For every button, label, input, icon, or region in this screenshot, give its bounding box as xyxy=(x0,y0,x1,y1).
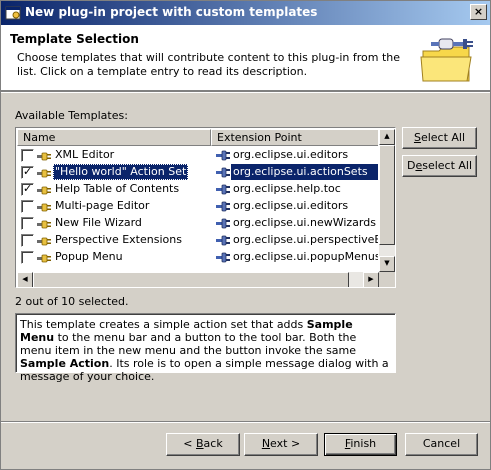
extension-point-icon xyxy=(216,218,230,229)
plug-icon xyxy=(37,151,51,161)
template-checkbox[interactable]: ✓ xyxy=(21,182,34,196)
wizard-dialog: New plug-in project with custom template… xyxy=(0,0,491,470)
finish-button[interactable]: Finish xyxy=(324,433,397,456)
template-name: Help Table of Contents xyxy=(55,182,180,195)
plug-icon xyxy=(37,185,51,195)
template-name: Perspective Extensions xyxy=(55,233,182,246)
title-bar[interactable]: New plug-in project with custom template… xyxy=(1,1,490,25)
template-checkbox[interactable] xyxy=(21,149,34,162)
deselect-all-button[interactable]: Deselect All xyxy=(402,155,477,177)
templates-table[interactable]: Name Extension Point XML Editor org.eclip… xyxy=(15,127,396,288)
page-title: Template Selection xyxy=(10,32,139,46)
plug-icon xyxy=(37,236,51,246)
table-row[interactable]: ✓ "Hello world" Action Set org.eclipse.ui.… xyxy=(17,164,378,181)
desc-part-2: to the menu bar and a button to the tool… xyxy=(20,331,357,357)
extension-point-icon xyxy=(216,201,230,212)
table-viewport: Name Extension Point XML Editor org.eclip… xyxy=(17,129,378,272)
desc-sample-action: Sample Action xyxy=(20,357,110,370)
vertical-scroll-thumb[interactable] xyxy=(379,145,395,245)
extension-point-name: org.eclipse.help.toc xyxy=(233,182,341,195)
template-checkbox[interactable] xyxy=(21,251,34,264)
next-label: ext > xyxy=(270,437,301,450)
back-mnemonic: B xyxy=(196,437,204,450)
extension-point-icon xyxy=(216,150,230,161)
extension-point-name: org.eclipse.ui.perspectiveExte xyxy=(233,233,378,246)
vertical-scrollbar[interactable]: ▲ ▼ xyxy=(379,129,395,272)
template-checkbox[interactable] xyxy=(21,200,34,213)
back-button[interactable]: < Back xyxy=(166,433,240,456)
plug-icon xyxy=(37,202,51,212)
template-name: New File Wizard xyxy=(55,216,142,229)
table-row[interactable]: Perspective Extensions org.eclipse.ui.per… xyxy=(17,232,378,249)
window-title: New plug-in project with custom template… xyxy=(25,5,318,19)
template-description: This template creates a simple action se… xyxy=(20,318,390,383)
template-name: Multi-page Editor xyxy=(55,199,150,212)
horizontal-scroll-thumb[interactable] xyxy=(33,272,349,287)
scrollbar-corner xyxy=(379,272,395,287)
next-mnemonic: N xyxy=(261,437,271,450)
extension-point-name: org.eclipse.ui.editors xyxy=(233,148,349,161)
plug-in-folder-icon xyxy=(420,38,473,82)
scroll-up-button[interactable]: ▲ xyxy=(379,129,395,145)
plug-icon xyxy=(37,219,51,229)
back-label-pre: < xyxy=(183,437,196,450)
table-row[interactable]: Multi-page Editor org.eclipse.ui.editors xyxy=(17,198,378,215)
plug-icon xyxy=(37,253,51,263)
template-checkbox[interactable] xyxy=(21,217,34,230)
footer-separator xyxy=(1,421,490,423)
template-name: "Hello world" Action Set xyxy=(53,164,189,180)
checkmark-icon: ✓ xyxy=(23,182,33,195)
extension-point-icon xyxy=(216,252,230,263)
extension-point-name: org.eclipse.ui.actionSets xyxy=(231,164,378,180)
template-name: Popup Menu xyxy=(55,250,123,263)
header-separator xyxy=(1,91,490,93)
available-templates-label: Available Templates: xyxy=(15,109,128,122)
extension-point-icon xyxy=(216,235,230,246)
scroll-down-button[interactable]: ▼ xyxy=(379,256,395,272)
table-row[interactable]: New File Wizard org.eclipse.ui.newWizards xyxy=(17,215,378,232)
template-checkbox[interactable]: ✓ xyxy=(21,165,34,179)
template-checkbox[interactable] xyxy=(21,234,34,247)
back-label: ack xyxy=(203,437,223,450)
extension-point-name: org.eclipse.ui.popupMenus xyxy=(233,250,378,263)
template-name: XML Editor xyxy=(55,148,115,161)
table-header: Name Extension Point xyxy=(17,129,378,146)
extension-point-icon xyxy=(216,167,230,178)
desc-part-1: This template creates a simple action se… xyxy=(20,318,307,331)
finish-label: inish xyxy=(350,437,377,450)
next-button[interactable]: Next > xyxy=(244,433,318,456)
cancel-label: Cancel xyxy=(422,437,461,450)
page-description: Choose templates that will contribute co… xyxy=(17,51,401,78)
extension-point-name: org.eclipse.ui.newWizards xyxy=(233,216,376,229)
table-row[interactable]: Popup Menu org.eclipse.ui.popupMenus xyxy=(17,249,378,266)
cancel-button[interactable]: Cancel xyxy=(405,433,478,456)
select-all-label: elect All xyxy=(420,131,466,144)
horizontal-scrollbar[interactable]: ◀ ▶ xyxy=(17,272,379,287)
wizard-header: Template Selection Choose templates that… xyxy=(1,25,490,91)
scroll-left-button[interactable]: ◀ xyxy=(17,272,33,287)
deselect-all-label: select All xyxy=(422,159,473,172)
select-all-mnemonic: S xyxy=(413,131,421,144)
plug-icon xyxy=(37,168,51,178)
selection-count: 2 out of 10 selected. xyxy=(15,295,129,308)
template-description-box: This template creates a simple action se… xyxy=(15,313,396,383)
table-row[interactable]: XML Editor org.eclipse.ui.editors xyxy=(17,147,378,164)
eclipse-icon xyxy=(5,6,21,20)
close-button[interactable]: × xyxy=(470,4,487,20)
column-header-extension-point[interactable]: Extension Point xyxy=(211,129,378,146)
extension-point-icon xyxy=(216,184,230,195)
select-all-button[interactable]: Select All xyxy=(402,127,477,149)
checkmark-icon: ✓ xyxy=(23,165,33,178)
column-header-name[interactable]: Name xyxy=(17,129,211,146)
scroll-right-button[interactable]: ▶ xyxy=(363,272,379,287)
extension-point-name: org.eclipse.ui.editors xyxy=(233,199,349,212)
table-row[interactable]: ✓ Help Table of Contents org.eclipse.help.… xyxy=(17,181,378,198)
